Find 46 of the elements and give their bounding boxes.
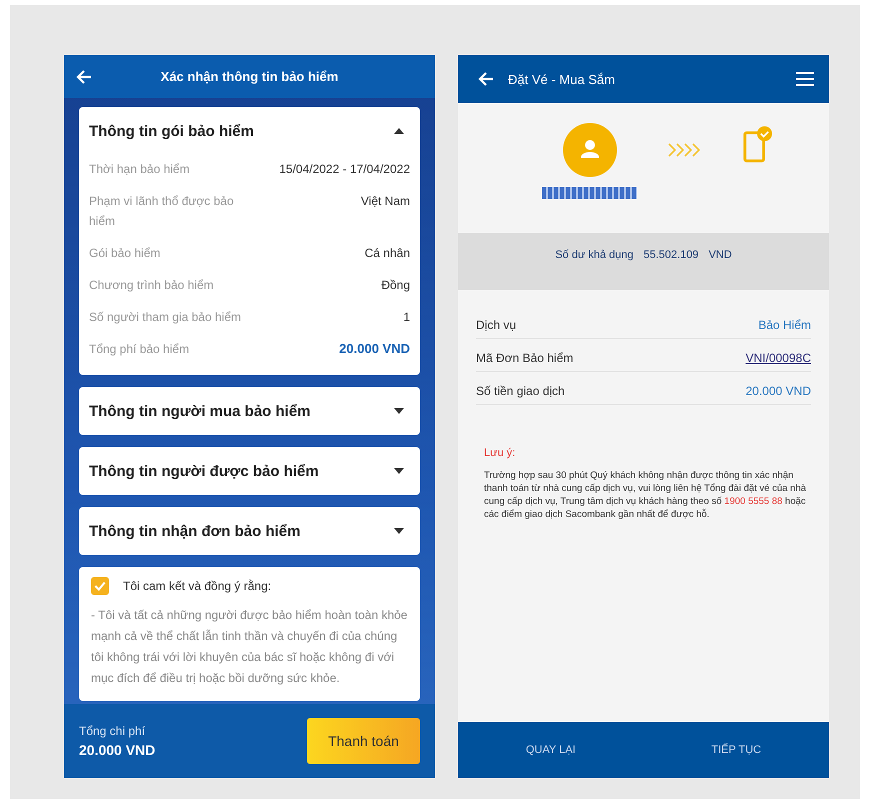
balance-currency: VND [708,249,732,261]
field-value: Việt Nam [360,193,410,210]
field-label: Số người tham gia bảo hiểm [89,309,242,326]
field-label: Thời hạn bảo hiểm [89,161,191,178]
note-title: Lưu ý: [484,447,516,459]
note-text: Trường hợp sau 30 phút Quý khách không nhận được thông tin xác nhận thanh toán từ nhà cung cấp dịch vụ, vui lòng liên hệ Tổng đài đặt vé của nhà cung cấp dịch vụ, Trung tâm dịch vụ khách hàng theo số 1900 5555 88 hoặc các điểm giao dịch Sacombank gần nhất để được hỗ. [484,469,808,521]
field-value: 20.000 VND [746,384,811,398]
back-button[interactable]: QUAY LẠI [458,722,644,778]
caret-icon[interactable] [394,528,404,534]
field-value: 15/04/2022 - 17/04/2022 [279,161,410,178]
field-label: Dịch vụ [476,318,516,332]
screen-title: Xác nhận thông tin bảo hiểm [160,69,340,84]
pay-button[interactable]: Thanh toán [307,718,420,764]
menu-icon[interactable] [796,72,814,86]
phone-check-icon [743,125,773,163]
balance-label: Số dư khả dụng [555,249,634,261]
field-label: Gói bảo hiểm [89,245,162,262]
caret-icon[interactable] [394,128,404,134]
field-value: Bảo Hiểm [758,318,811,332]
screen-title: Đặt Vé - Mua Sắm [508,72,616,86]
field-label: Mã Đơn Bảo hiểm [476,351,574,365]
chevrons-icon [667,143,701,157]
checkmark-icon [93,579,107,593]
caret-icon[interactable] [394,468,404,474]
caret-icon[interactable] [394,408,404,414]
total-label: Tổng chi phí [79,724,146,738]
section-title[interactable]: Thông tin người được bảo hiểm [89,462,319,480]
balance-value: 55.502.109 [644,249,699,261]
total-value: 20.000 VND [79,742,156,758]
consent-text: - Tôi và tất cả những người được bảo hiểm hoàn toàn khỏe mạnh cả về thể chất lẫn tinh thần và chuyến đi của chúng tôi không trái với lời khuyên của bác sĩ hoặc không đi với mục đích để điều trị hoặc bồi dưỡng sức khỏe. [91,607,408,687]
consent-label: Tôi cam kết và đồng ý rằng: [123,579,272,593]
field-value: 20.000 VND [339,340,410,358]
field-value: Đồng [381,277,410,294]
section-title[interactable]: Thông tin gói bảo hiểm [89,122,254,140]
checkbox[interactable] [91,577,109,595]
user-avatar-icon [562,123,616,177]
section-title[interactable]: Thông tin người mua bảo hiểm [89,402,311,420]
field-label: Phạm vi lãnh thổ được bảo hiểm [89,193,235,230]
field-label: Tổng phí bảo hiểm [89,341,190,358]
field-label: Chương trình bảo hiểm [89,277,215,294]
policy-code-link[interactable]: VNI/00098C [746,351,811,365]
continue-button[interactable]: TIẾP TỤC [644,722,829,778]
field-value: 1 [403,309,410,326]
field-label: Số tiền giao dịch [476,384,565,398]
section-title[interactable]: Thông tin nhận đơn bảo hiểm [89,522,300,540]
field-value: Cá nhân [364,245,410,262]
